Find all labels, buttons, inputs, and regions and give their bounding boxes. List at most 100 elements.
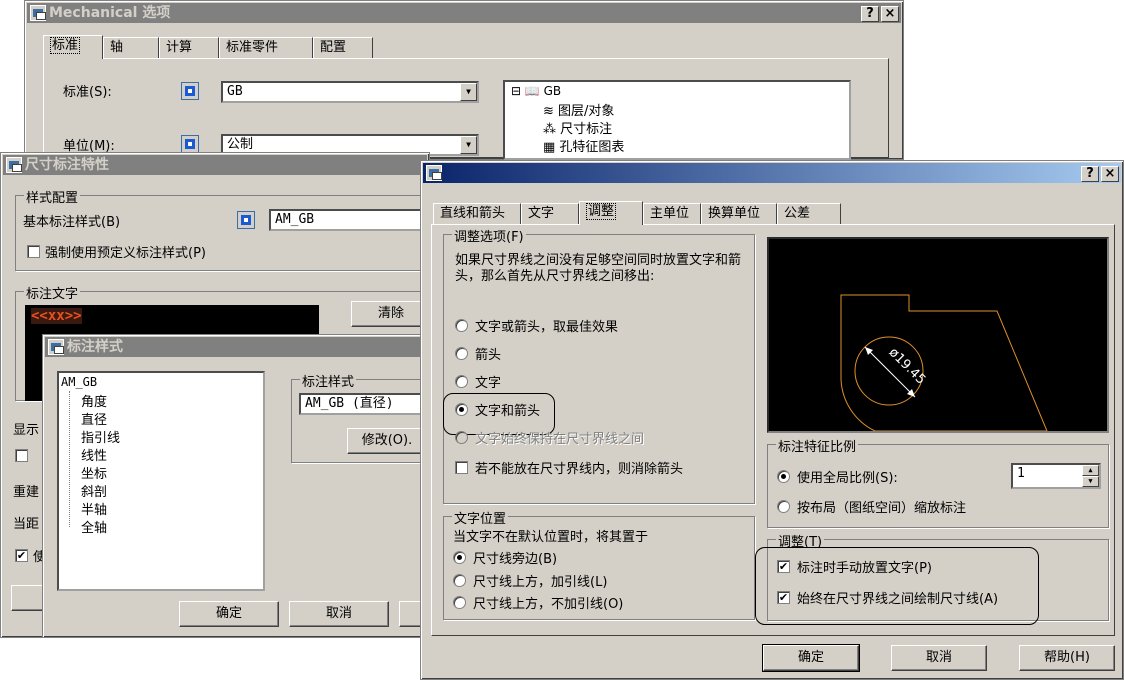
tab-adjust[interactable]: 调整 [579, 201, 643, 225]
list-item[interactable]: 坐标 [81, 463, 107, 482]
pos-over-leader: 尺寸线上方，加引线(L) [473, 575, 608, 590]
radio-beside-dimline[interactable] [453, 551, 466, 564]
list-item[interactable]: AM_GB [61, 375, 97, 389]
dimension-style-title: 标注样式 [67, 339, 123, 355]
preview-canvas: ø19.45 [767, 237, 1109, 433]
spinner-up-icon[interactable]: ▲ [1082, 465, 1099, 476]
force-style-checkbox[interactable] [27, 245, 40, 258]
global-scale-input[interactable]: 1 ▲ ▼ [1011, 463, 1101, 489]
dimension-style-window: 标注样式 AM_GB 角度 直径 指引线 线性 坐标 斜剖 半轴 全轴 标注样式… [42, 334, 451, 638]
tab-calc[interactable]: 计算 [159, 37, 219, 59]
clear-button[interactable]: 清除 [351, 301, 431, 327]
tree-item-layers[interactable]: ≋ 图层/对象 [543, 100, 614, 119]
opt-text-and-arrows: 文字和箭头 [475, 404, 541, 419]
dim-text-value: <<xx>> [31, 308, 82, 324]
suppress-arrows-checkbox[interactable] [455, 461, 468, 474]
dimstyle-ok-button[interactable]: 确定 [179, 601, 279, 627]
tab-primary-units[interactable]: 主单位 [643, 203, 701, 225]
list-item[interactable]: 斜剖 [81, 481, 107, 500]
ok-button[interactable]: 确定 [762, 644, 860, 672]
dim-style-group-label: 标注样式 [300, 371, 357, 390]
suppress-arrows-label: 若不能放在尺寸界线内，则消除箭头 [475, 462, 684, 477]
dim-style-list[interactable]: AM_GB 角度 直径 指引线 线性 坐标 斜剖 半轴 全轴 [57, 371, 265, 591]
mechanical-options-title: Mechanical 选项 [49, 5, 171, 21]
manual-place-checkbox[interactable]: ✔ [777, 560, 790, 573]
radio-over-no-leader[interactable] [453, 596, 466, 609]
app-icon [30, 5, 46, 21]
tab-std-parts[interactable]: 标准零件 [219, 37, 313, 59]
opt-text: 文字 [475, 376, 502, 391]
dim-text-label: 标注文字 [24, 283, 81, 302]
chevron-down-icon[interactable]: ▼ [460, 136, 477, 154]
opt-keep-text: 文字始终保持在尺寸界线之间 [475, 432, 645, 447]
radio-text[interactable] [455, 375, 468, 388]
text-position-desc: 当文字不在默认位置时，将其置于 [453, 530, 649, 545]
rebuild-label: 重建 [13, 485, 40, 500]
list-item[interactable]: 半轴 [81, 499, 107, 518]
preview-outline [840, 294, 1048, 432]
cancel-button[interactable]: 取消 [891, 645, 987, 671]
preview-dim-text: ø19.45 [886, 345, 929, 388]
force-style-label: 强制使用预定义标注样式(P) [45, 246, 206, 261]
layout-scale-label: 按布局（图纸空间）缩放标注 [797, 501, 967, 516]
style-config-label: 样式配置 [24, 187, 81, 206]
tab-config[interactable]: 配置 [313, 37, 373, 59]
tab-alt-units[interactable]: 换算单位 [701, 203, 777, 225]
modify-button[interactable]: 修改(O). [347, 428, 427, 454]
tab-shaft[interactable]: 轴 [103, 37, 159, 59]
mech-tabstrip: 标准 轴 计算 标准零件 配置 [43, 35, 383, 59]
radio-over-leader[interactable] [453, 574, 466, 587]
app-icon [48, 339, 64, 355]
help-icon[interactable]: ? [1081, 166, 1099, 182]
opt-arrows: 箭头 [475, 348, 502, 363]
radio-text-or-arrow[interactable] [455, 319, 468, 332]
unit-settings-icon[interactable] [181, 135, 199, 153]
dimstyle-cancel-button[interactable]: 取消 [289, 601, 389, 627]
dimension-style-titlebar: 标注样式 [45, 337, 429, 357]
tree-item-dimension[interactable]: ⁂ 尺寸标注 [543, 118, 612, 137]
close-icon[interactable]: × [881, 6, 899, 22]
tree-line [69, 391, 70, 527]
tab-tolerance[interactable]: 公差 [777, 203, 841, 225]
adjust-dialog: ? × 直线和箭头 文字 调整 主单位 换算单位 公差 调整选项(F) 如果尺寸… [420, 160, 1124, 680]
base-style-icon[interactable] [237, 211, 255, 229]
standard-settings-icon[interactable] [181, 82, 199, 100]
dim-style-input[interactable]: AM_GB (直径) [299, 393, 433, 415]
tree-item-hole-chart[interactable]: ▦ 孔特征图表 [543, 136, 624, 155]
help-icon[interactable]: ? [861, 6, 879, 22]
standard-select[interactable]: GB ▼ [221, 81, 479, 103]
close-icon[interactable]: × [1101, 166, 1119, 182]
list-item[interactable]: 角度 [81, 391, 107, 410]
radio-text-and-arrows[interactable] [455, 403, 468, 416]
radio-layout-scale[interactable] [777, 500, 790, 513]
list-item[interactable]: 全轴 [81, 517, 107, 536]
list-item[interactable]: 直径 [81, 409, 107, 428]
preview-drawing: ø19.45 [840, 294, 1048, 432]
tab-standard[interactable]: 标准 [43, 35, 103, 59]
pos-over-no-leader: 尺寸线上方，不加引线(O) [473, 597, 624, 612]
tab-lines-arrows[interactable]: 直线和箭头 [433, 203, 521, 225]
tab-text[interactable]: 文字 [521, 203, 579, 225]
always-draw-checkbox[interactable]: ✔ [777, 591, 790, 604]
dimension-properties-title: 尺寸标注特性 [25, 157, 109, 173]
opt-text-or-arrow: 文字或箭头，取最佳效果 [475, 320, 619, 335]
tree-root[interactable]: ⊟ 📖 GB [511, 84, 561, 98]
use-checkbox[interactable]: ✔ [15, 549, 28, 562]
always-draw-label: 始终在尺寸界线之间绘制尺寸线(A) [797, 592, 999, 607]
list-item[interactable]: 线性 [81, 445, 107, 464]
fit-description: 如果尺寸界线之间没有足够空间同时放置文字和箭头，那么首先从尺寸界线之间移出: [455, 253, 742, 284]
current-label: 当距 [13, 517, 40, 532]
chevron-down-icon[interactable]: ▼ [460, 83, 477, 101]
standard-tree[interactable]: ⊟ 📖 GB ≋ 图层/对象 ⁂ 尺寸标注 ▦ 孔特征图表 [503, 80, 851, 160]
help-button[interactable]: 帮助(H) [1019, 645, 1115, 671]
spinner-down-icon[interactable]: ▼ [1082, 476, 1099, 487]
base-style-input[interactable]: AM_GB [269, 209, 429, 231]
list-item[interactable]: 指引线 [81, 427, 120, 446]
dimension-properties-titlebar: 尺寸标注特性 [3, 155, 427, 175]
show-checkbox[interactable] [15, 449, 28, 462]
mechanical-options-titlebar: Mechanical 选项 ? × [27, 3, 901, 23]
mechanical-options-window: Mechanical 选项 ? × 标准 轴 计算 标准零件 配置 标准(S):… [24, 0, 904, 160]
radio-arrows[interactable] [455, 347, 468, 360]
app-icon [6, 157, 22, 173]
radio-global-scale[interactable] [777, 470, 790, 483]
